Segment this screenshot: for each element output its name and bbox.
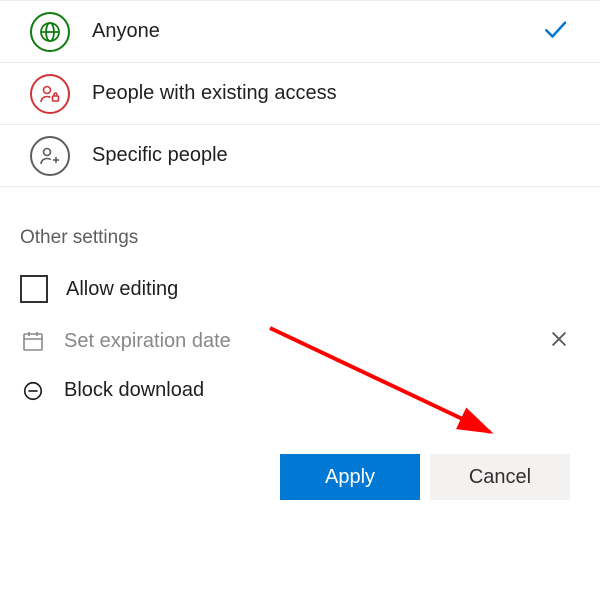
checkmark-icon [540, 14, 570, 49]
calendar-icon [20, 329, 46, 353]
people-lock-icon [30, 74, 70, 114]
allow-editing-checkbox[interactable] [20, 275, 48, 303]
expiration-row[interactable]: Set expiration date [0, 315, 600, 367]
option-existing-access[interactable]: People with existing access [0, 63, 600, 125]
apply-button[interactable]: Apply [280, 454, 420, 500]
clear-expiration-button[interactable] [538, 327, 580, 355]
globe-icon [30, 12, 70, 52]
expiration-label: Set expiration date [64, 330, 231, 353]
block-download-label: Block download [64, 379, 204, 402]
other-settings-heading: Other settings [0, 187, 600, 263]
option-anyone[interactable]: Anyone [0, 1, 600, 63]
cancel-button[interactable]: Cancel [430, 454, 570, 500]
block-download-row: Block download [0, 367, 600, 414]
option-specific-label: Specific people [92, 144, 228, 167]
button-bar: Apply Cancel [0, 414, 600, 520]
option-anyone-label: Anyone [92, 20, 160, 43]
allow-editing-label: Allow editing [66, 278, 178, 301]
option-existing-label: People with existing access [92, 82, 337, 105]
allow-editing-row[interactable]: Allow editing [0, 263, 600, 315]
people-add-icon [30, 136, 70, 176]
toggle-knob [554, 395, 576, 417]
share-scope-list: Anyone People with existing access [0, 0, 600, 187]
block-icon [20, 380, 46, 402]
option-specific-people[interactable]: Specific people [0, 125, 600, 187]
